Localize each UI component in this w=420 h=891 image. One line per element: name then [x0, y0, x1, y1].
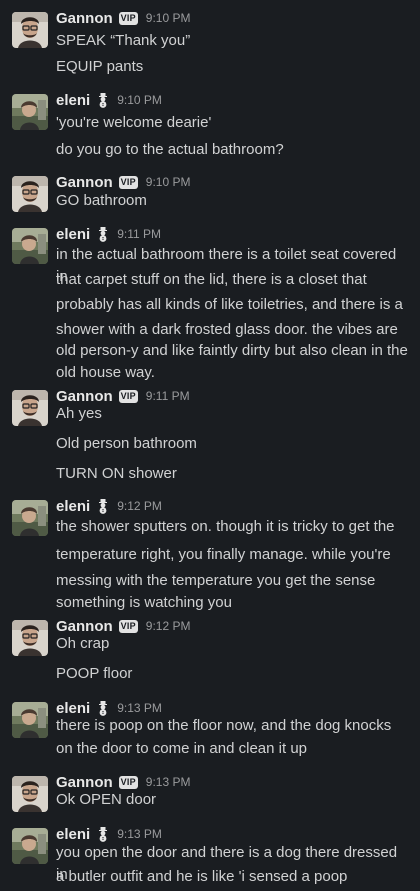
- avatar-eleni[interactable]: [12, 828, 48, 864]
- author-name[interactable]: eleni: [56, 826, 90, 843]
- message-timestamp[interactable]: 9:13 PM: [117, 701, 162, 715]
- message-header: eleni 9:10 PM: [56, 90, 162, 110]
- avatar-gannon[interactable]: [12, 390, 48, 426]
- message-header: eleni 9:13 PM: [56, 824, 162, 844]
- avatar-gannon[interactable]: [12, 776, 48, 812]
- message-text: do you go to the actual bathroom?: [56, 141, 284, 158]
- message-text: there is poop on the floor now, and the …: [56, 717, 392, 734]
- author-name[interactable]: Gannon: [56, 10, 113, 27]
- message-timestamp[interactable]: 9:10 PM: [117, 93, 162, 107]
- author-name[interactable]: eleni: [56, 226, 90, 243]
- message-header: Gannon VIP 9:10 PM: [56, 8, 190, 28]
- message-text: shower with a dark frosted glass door. t…: [56, 321, 398, 338]
- message-text: on the door to come in and clean it up: [56, 740, 308, 757]
- message-text: old house way.: [56, 364, 155, 381]
- snowman-icon: [97, 226, 109, 242]
- message-text: Oh crap: [56, 635, 110, 652]
- message-text: EQUIP pants: [56, 58, 144, 75]
- message-timestamp[interactable]: 9:11 PM: [146, 389, 190, 403]
- message-text: POOP floor: [56, 665, 133, 682]
- message-text: Ok OPEN door: [56, 791, 157, 808]
- message-text: Old person bathroom: [56, 435, 197, 452]
- message-timestamp[interactable]: 9:13 PM: [117, 827, 162, 841]
- snowman-icon: [97, 92, 109, 108]
- message-text: the shower sputters on. though it is tri…: [56, 518, 395, 535]
- message-text: something is watching you: [56, 594, 232, 611]
- message-timestamp[interactable]: 9:12 PM: [117, 499, 162, 513]
- message-timestamp[interactable]: 9:12 PM: [146, 619, 191, 633]
- vip-badge: VIP: [118, 775, 138, 789]
- message-text: old person-y and like faintly dirty but …: [56, 342, 408, 359]
- message-text: temperature right, you finally manage. w…: [56, 546, 391, 563]
- avatar-gannon[interactable]: [12, 620, 48, 656]
- author-name[interactable]: Gannon: [56, 618, 113, 635]
- author-name[interactable]: Gannon: [56, 774, 113, 791]
- avatar-eleni[interactable]: [12, 228, 48, 264]
- author-name[interactable]: eleni: [56, 498, 90, 515]
- message-text: Ah yes: [56, 405, 102, 422]
- vip-badge: VIP: [118, 175, 138, 189]
- message-header: Gannon VIP 9:10 PM: [56, 172, 190, 192]
- message-timestamp[interactable]: 9:10 PM: [146, 175, 191, 189]
- author-name[interactable]: eleni: [56, 700, 90, 717]
- message-timestamp[interactable]: 9:13 PM: [146, 775, 191, 789]
- vip-badge: VIP: [118, 11, 138, 25]
- avatar-eleni[interactable]: [12, 500, 48, 536]
- message-header: eleni 9:12 PM: [56, 496, 162, 516]
- author-name[interactable]: Gannon: [56, 174, 113, 191]
- message-text: 'you're welcome dearie': [56, 114, 212, 131]
- message-header: eleni 9:11 PM: [56, 224, 161, 244]
- vip-badge: VIP: [118, 389, 138, 403]
- message-text: a butler outfit and he is like 'i sensed…: [56, 868, 348, 885]
- avatar-eleni[interactable]: [12, 702, 48, 738]
- message-text: GO bathroom: [56, 192, 147, 209]
- message-text: TURN ON shower: [56, 465, 177, 482]
- avatar-gannon[interactable]: [12, 176, 48, 212]
- message-text: probably has all kinds of like toiletrie…: [56, 296, 403, 313]
- message-timestamp[interactable]: 9:10 PM: [146, 11, 191, 25]
- author-name[interactable]: eleni: [56, 92, 90, 109]
- author-name[interactable]: Gannon: [56, 388, 113, 405]
- avatar-gannon[interactable]: [12, 12, 48, 48]
- message-text: messing with the temperature you get the…: [56, 572, 376, 589]
- snowman-icon: [97, 700, 109, 716]
- snowman-icon: [97, 826, 109, 842]
- message-text: SPEAK “Thank you”: [56, 32, 191, 49]
- avatar-eleni[interactable]: [12, 94, 48, 130]
- vip-badge: VIP: [118, 619, 138, 633]
- message-timestamp[interactable]: 9:11 PM: [117, 227, 161, 241]
- message-text: that carpet stuff on the lid, there is a…: [56, 271, 367, 288]
- snowman-icon: [97, 498, 109, 514]
